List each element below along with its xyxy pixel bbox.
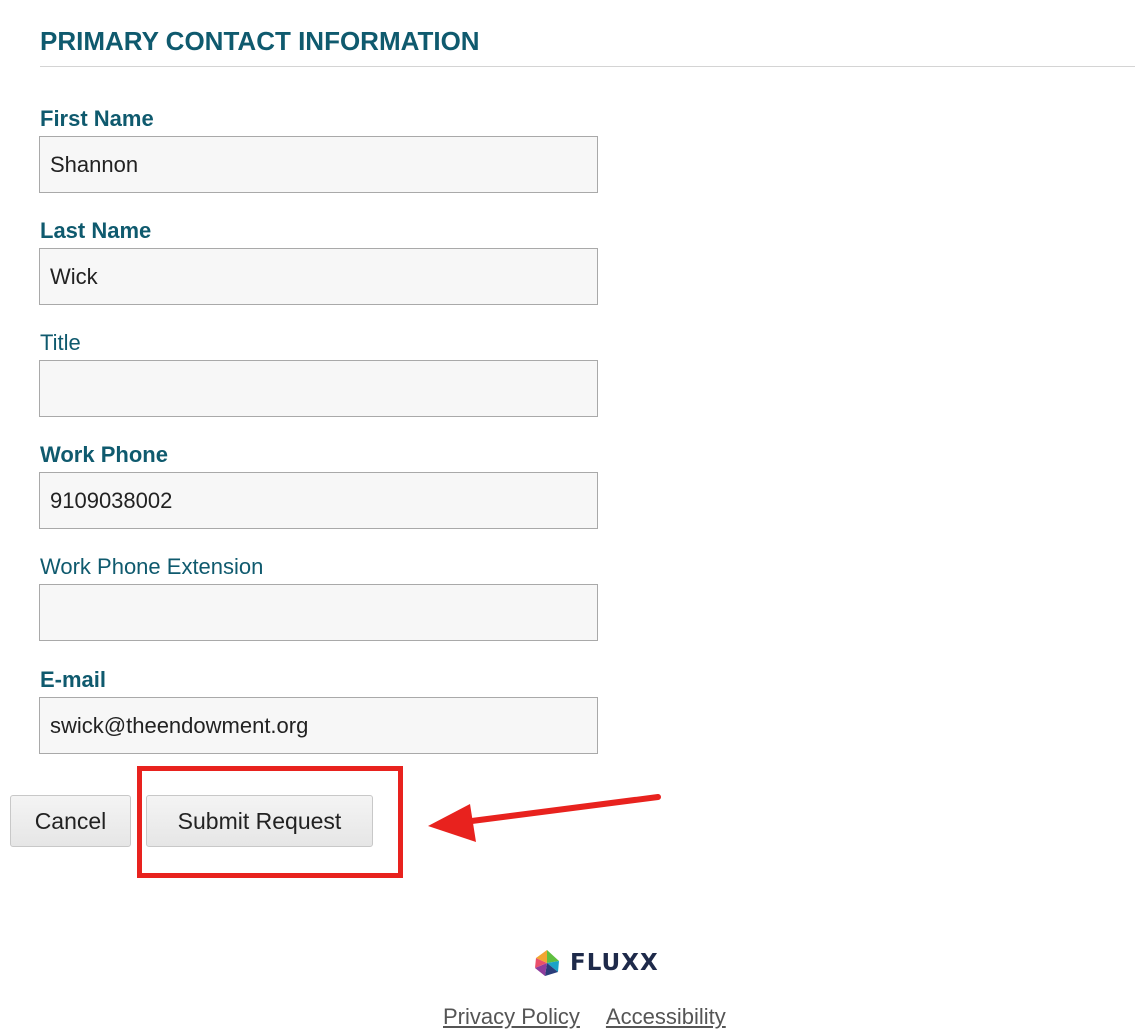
fluxx-logo-icon [535, 950, 559, 976]
fluxx-logo: FLUXX [532, 948, 659, 978]
brand-name: FLUXX [570, 950, 659, 976]
work-phone-extension-label: Work Phone Extension [40, 554, 264, 579]
annotation-arrow-icon [428, 794, 661, 842]
accessibility-link[interactable]: Accessibility [606, 1004, 726, 1029]
title-label: Title [40, 330, 81, 355]
first-name-label: First Name [40, 106, 154, 131]
last-name-label: Last Name [40, 218, 152, 243]
last-name-field[interactable] [39, 248, 598, 305]
submit-request-button[interactable]: Submit Request [146, 795, 373, 847]
email-field[interactable] [39, 697, 598, 754]
work-phone-label: Work Phone [40, 442, 168, 467]
cancel-button[interactable]: Cancel [10, 795, 131, 847]
footer-links: Privacy Policy Accessibility [443, 1004, 752, 1030]
section-title: PRIMARY CONTACT INFORMATION [40, 26, 480, 56]
privacy-policy-link[interactable]: Privacy Policy [443, 1004, 580, 1029]
title-field[interactable] [39, 360, 598, 417]
work-phone-extension-field[interactable] [39, 584, 598, 641]
email-label: E-mail [40, 667, 107, 692]
section-divider [40, 66, 1135, 67]
first-name-field[interactable] [39, 136, 598, 193]
work-phone-field[interactable] [39, 472, 598, 529]
